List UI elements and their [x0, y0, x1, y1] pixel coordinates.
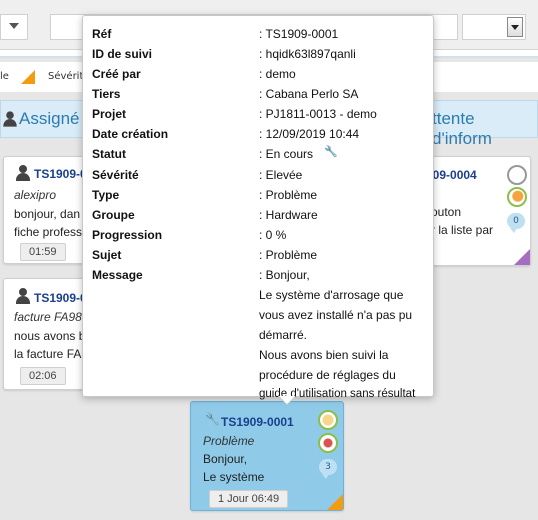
field-value: : Hardware [259, 208, 318, 222]
field-label: Créé par [92, 67, 141, 81]
comment-count-icon: 0 [507, 213, 525, 233]
field-value: : 12/09/2019 10:44 [259, 127, 360, 141]
filter-select-right[interactable] [462, 14, 526, 40]
ticket-card[interactable]: TS1909-0 facture FA98 nous avons b la fa… [3, 278, 89, 390]
field-label: Projet [92, 107, 127, 121]
ticket-ref[interactable]: TS1909-0 [34, 291, 87, 305]
ticket-text: outon [431, 205, 462, 219]
field-label: Progression [92, 228, 163, 242]
field-value: : Cabana Perlo SA [259, 87, 359, 101]
field-label: Tiers [92, 87, 121, 101]
field-value: : PJ1811-0013 - demo [259, 107, 377, 121]
wrench-icon: 🔧 [205, 412, 220, 426]
column-header-waiting: ttente d'inform [432, 100, 538, 148]
dropdown-button-icon[interactable] [507, 17, 523, 37]
time-badge: 01:59 [20, 243, 66, 261]
ticket-text: la facture FA [14, 347, 82, 361]
avatar [318, 410, 338, 430]
field-label: Sévérité [92, 168, 139, 182]
ticket-user: facture FA98 [14, 310, 82, 324]
field-value: : hqidk63l897qanli [259, 47, 356, 61]
avatar [507, 165, 527, 185]
field-label: Groupe [92, 208, 135, 222]
field-value: : Problème [259, 248, 318, 262]
ticket-card[interactable]: TS1909-0 alexipro bonjour, dan fiche pro… [3, 156, 89, 264]
severity-corner-icon [514, 249, 530, 265]
wrench-icon: 🔧 [324, 146, 338, 158]
tooltip-caret-inner [279, 396, 295, 404]
message-line: démarré. [259, 328, 308, 342]
field-value: : 0 % [259, 228, 287, 242]
person-icon [3, 111, 17, 127]
ticket-type: Problème [203, 434, 255, 448]
field-label: Date création [92, 127, 169, 141]
field-value: : TS1909-0001 [259, 27, 339, 41]
ticket-tooltip: Réf : TS1909-0001 ID de suivi : hqidk63l89… [82, 15, 434, 405]
message-line: Le système d'arrosage que [259, 288, 404, 302]
field-label: ID de suivi [92, 47, 153, 61]
field-value: : Bonjour, [259, 268, 310, 282]
ticket-text: r la liste par [431, 223, 494, 237]
column-title-assigned: Assigné [19, 109, 80, 128]
person-icon [16, 288, 30, 304]
field-label: Type [92, 188, 120, 202]
legend-label: le [0, 71, 9, 82]
field-value: : En cours [259, 147, 314, 161]
severity-triangle-icon [21, 70, 35, 84]
field-value: : demo [259, 67, 296, 81]
ticket-ref[interactable]: TS1909-0001 [221, 415, 294, 429]
ticket-text: Le système [203, 470, 265, 484]
column-title-waiting: ttente d'inform [432, 109, 492, 148]
ticket-text: Bonjour, [203, 452, 248, 466]
ticket-ref[interactable]: TS1909-0 [34, 167, 87, 181]
message-line: vous avez installé n'a pas pu [259, 308, 413, 322]
field-label: Message [92, 268, 143, 282]
ticket-user: alexipro [14, 188, 57, 202]
ticket-card-active[interactable]: 🔧 TS1909-0001 Problème Bonjour, Le systè… [190, 401, 344, 511]
person-icon [16, 165, 30, 181]
filter-select-left[interactable] [0, 14, 28, 40]
ticket-text: bonjour, dan [14, 207, 81, 221]
comment-count-icon: 3 [319, 459, 337, 479]
ticket-card[interactable]: 909-0004 outon r la liste par 0 [426, 156, 531, 266]
ticket-text: fiche profess [14, 225, 83, 239]
time-badge: 02:06 [20, 367, 66, 385]
avatar [507, 187, 527, 207]
field-label: Statut [92, 147, 126, 161]
column-header-assigned: Assigné [0, 100, 84, 138]
severity-corner-icon [327, 494, 343, 510]
field-label: Réf [92, 27, 112, 41]
time-badge: 1 Jour 06:49 [209, 490, 289, 508]
avatar [318, 433, 338, 453]
message-line: procédure de réglages du [259, 368, 396, 382]
message-line: Nous avons bien suivi la [259, 348, 389, 362]
field-label: Sujet [92, 248, 122, 262]
field-value: : Elevée [259, 168, 303, 182]
ticket-text: nous avons b [14, 329, 86, 343]
field-value: : Problème [259, 188, 318, 202]
chevron-down-icon [9, 23, 19, 29]
